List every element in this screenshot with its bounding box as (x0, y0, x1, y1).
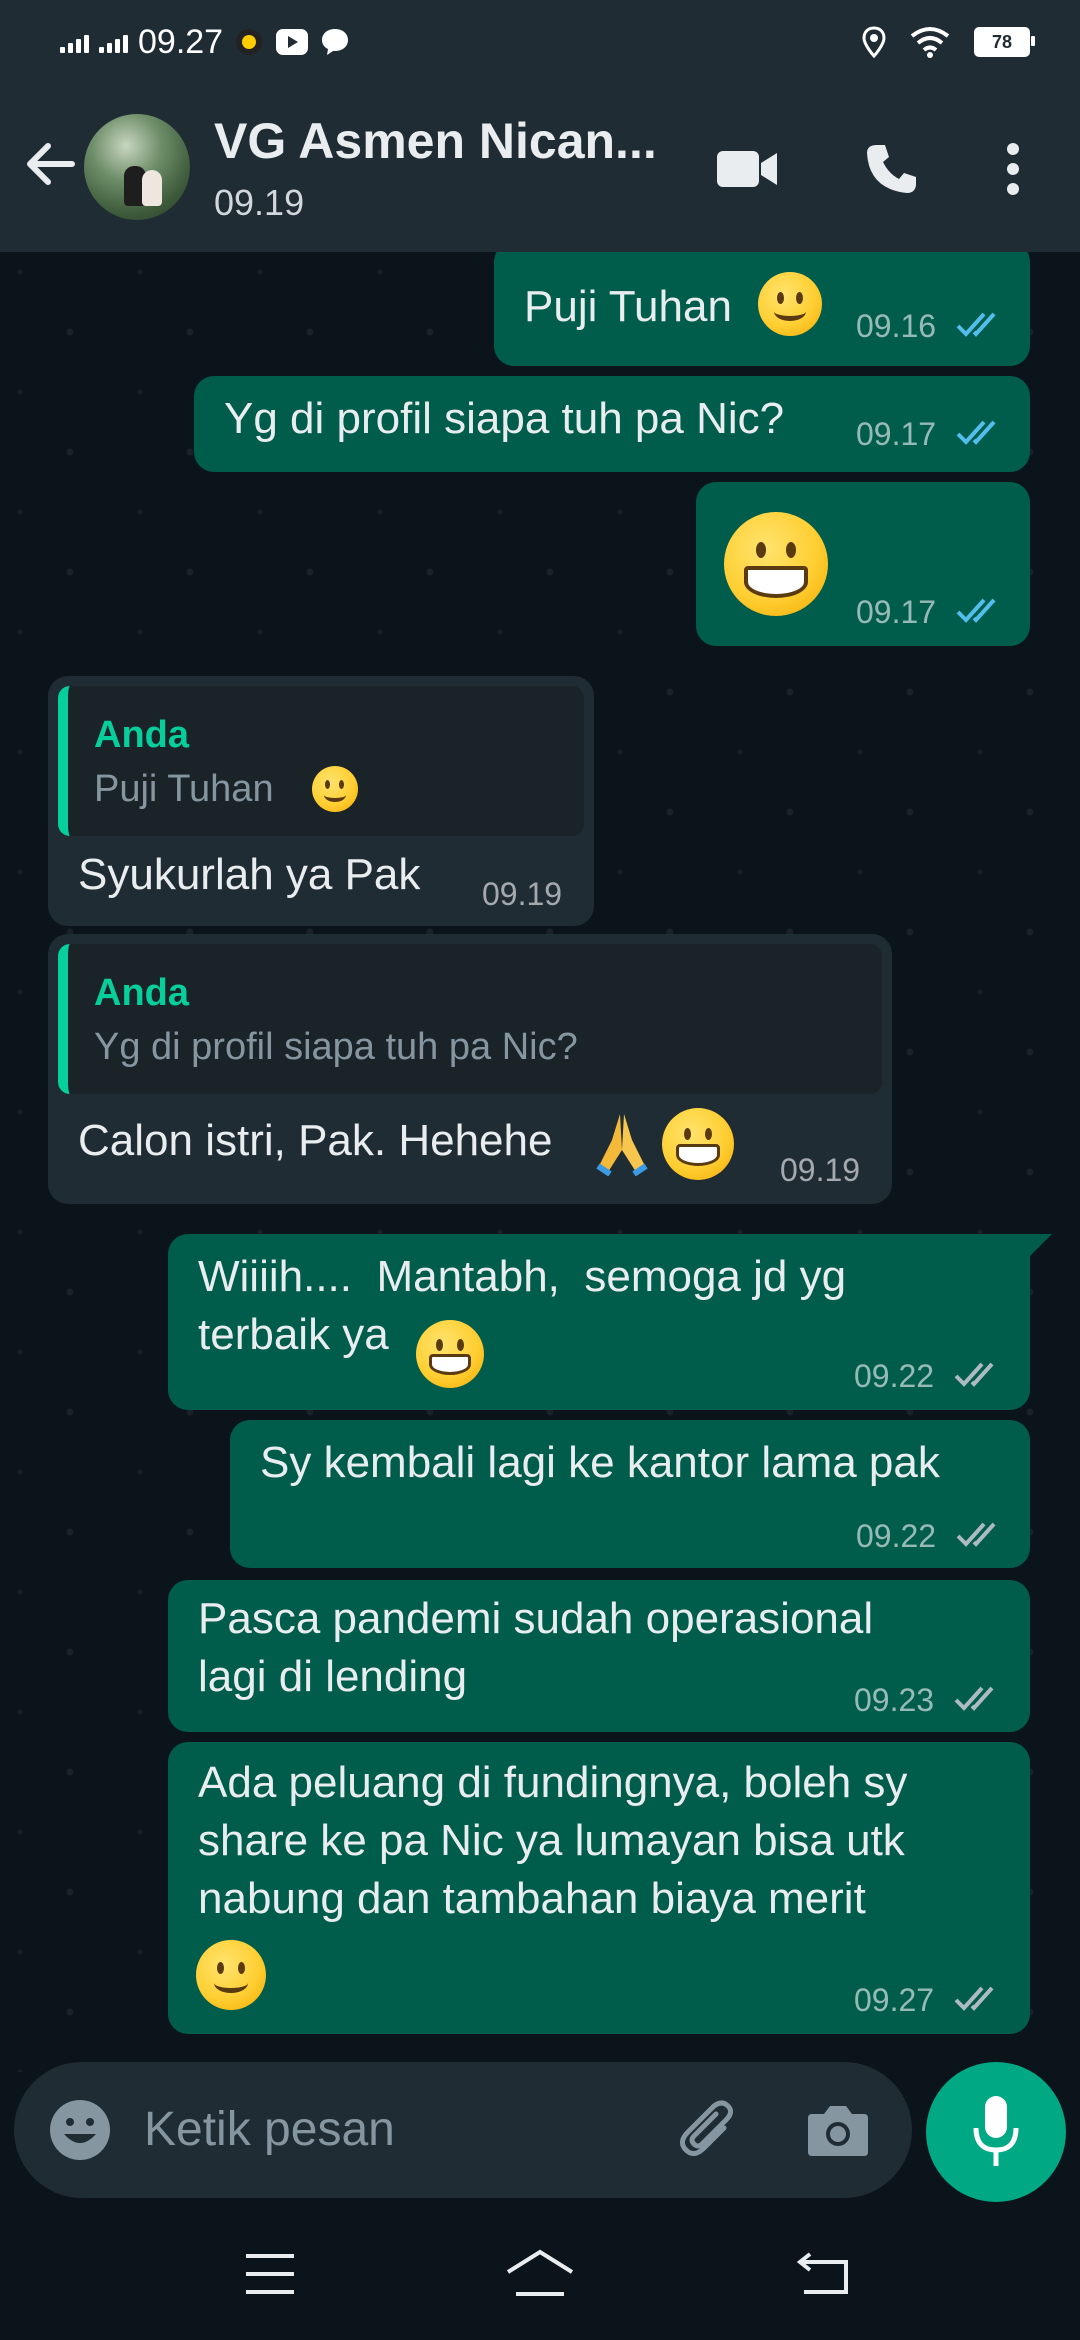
signal-icon-2 (99, 31, 128, 53)
delivered-ticks-icon (954, 1362, 994, 1387)
message-bubble[interactable]: Puji Tuhan 09.16 (494, 252, 1030, 366)
message-text: Ada peluang di fundingnya, boleh sy shar… (198, 1758, 908, 1923)
last-seen: 09.19 (214, 182, 305, 223)
message-input[interactable]: Ketik pesan (144, 2102, 395, 2157)
message-bubble[interactable]: Sy kembali lagi ke kantor lama pak 09.22 (230, 1420, 1030, 1568)
delivered-ticks-icon (954, 1986, 994, 2011)
back-nav-icon[interactable] (796, 2250, 850, 2296)
battery-level: 78 (991, 31, 1013, 52)
status-time: 09.27 (138, 22, 224, 61)
back-arrow-icon[interactable] (20, 134, 80, 194)
message-time: 09.23 (854, 1682, 935, 1718)
voice-message-button[interactable] (926, 2062, 1066, 2202)
microphone-icon (973, 2096, 1019, 2166)
message-bubble[interactable]: Wiiiih.... Mantabh, semoga jd yg terbaik… (168, 1234, 1030, 1410)
location-icon (862, 26, 886, 58)
attachment-icon[interactable] (674, 2096, 744, 2166)
wifi-icon (910, 27, 950, 58)
quote-author: Anda (94, 714, 189, 756)
status-right: 78 (862, 20, 1035, 64)
read-ticks-icon (956, 420, 996, 445)
quote-text: Yg di profil siapa tuh pa Nic? (94, 1026, 578, 1068)
message-bubble[interactable]: 09.17 (696, 482, 1030, 646)
grinning-face-icon (724, 512, 828, 616)
message-composer[interactable]: Ketik pesan (14, 2062, 912, 2198)
message-text: Yg di profil siapa tuh pa Nic? (224, 394, 785, 443)
grinning-face-icon (416, 1320, 484, 1388)
message-time: 09.22 (856, 1518, 937, 1554)
chat-header: VG Asmen Nican... 09.19 (0, 84, 1080, 252)
contact-name[interactable]: VG Asmen Nican... (214, 112, 684, 170)
message-bubble[interactable]: Anda Puji Tuhan Syukurlah ya Pak 09.19 (48, 676, 594, 926)
quote-text: Puji Tuhan (94, 768, 274, 810)
system-navigation-bar (0, 2210, 1080, 2340)
video-call-button[interactable] (712, 134, 782, 204)
slightly-smiling-face-icon (312, 766, 358, 812)
battery-icon: 78 (974, 27, 1035, 57)
app-notification-icon (236, 29, 263, 55)
chat-notification-icon (322, 29, 349, 55)
message-time: 09.19 (482, 876, 563, 912)
voice-call-button[interactable] (856, 134, 926, 204)
quoted-message[interactable]: Anda Yg di profil siapa tuh pa Nic? (58, 944, 882, 1094)
more-options-button[interactable] (990, 134, 1036, 204)
read-ticks-icon (956, 598, 996, 623)
chat-area[interactable]: Puji Tuhan 09.16 Yg di profil siapa tuh … (0, 252, 1080, 2072)
message-time: 09.22 (854, 1358, 935, 1394)
slightly-smiling-face-icon (196, 1940, 266, 2010)
quoted-message[interactable]: Anda Puji Tuhan (58, 686, 584, 836)
home-icon[interactable] (504, 2248, 576, 2298)
message-text: Calon istri, Pak. Hehehe (78, 1116, 553, 1165)
contact-avatar[interactable] (84, 114, 190, 220)
video-camera-icon (717, 151, 777, 187)
message-text: Syukurlah ya Pak (78, 850, 421, 899)
message-text: Puji Tuhan (524, 282, 732, 331)
camera-icon[interactable] (806, 2100, 870, 2160)
message-time: 09.27 (854, 1982, 935, 2018)
message-time: 09.19 (780, 1152, 861, 1188)
message-text: Sy kembali lagi ke kantor lama pak (260, 1438, 940, 1487)
message-bubble[interactable]: Yg di profil siapa tuh pa Nic? 09.17 (194, 376, 1030, 472)
read-ticks-icon (956, 312, 996, 337)
emoji-picker-icon[interactable] (48, 2098, 112, 2162)
message-bubble[interactable]: Pasca pandemi sudah operasional lagi di … (168, 1580, 1030, 1732)
message-time: 09.17 (856, 416, 937, 452)
folded-hands-icon (596, 1114, 648, 1176)
message-time: 09.16 (856, 308, 937, 344)
grinning-face-icon (662, 1108, 734, 1180)
more-vertical-icon (1007, 143, 1019, 195)
delivered-ticks-icon (956, 1522, 996, 1547)
message-bubble[interactable]: Ada peluang di fundingnya, boleh sy shar… (168, 1742, 1030, 2034)
quote-author: Anda (94, 972, 189, 1014)
message-text: Wiiiih.... Mantabh, semoga jd yg terbaik… (198, 1252, 847, 1359)
delivered-ticks-icon (954, 1686, 994, 1711)
bubble-tail (1030, 1234, 1052, 1256)
slightly-smiling-face-icon (758, 272, 822, 336)
phone-icon (867, 145, 916, 193)
message-time: 09.17 (856, 594, 937, 630)
signal-icon (60, 31, 89, 53)
status-left: 09.27 (60, 20, 351, 64)
status-bar: 09.27 78 (0, 0, 1080, 84)
message-bubble[interactable]: Anda Yg di profil siapa tuh pa Nic? Calo… (48, 934, 892, 1204)
menu-icon[interactable] (244, 2252, 296, 2296)
youtube-icon (276, 29, 309, 55)
